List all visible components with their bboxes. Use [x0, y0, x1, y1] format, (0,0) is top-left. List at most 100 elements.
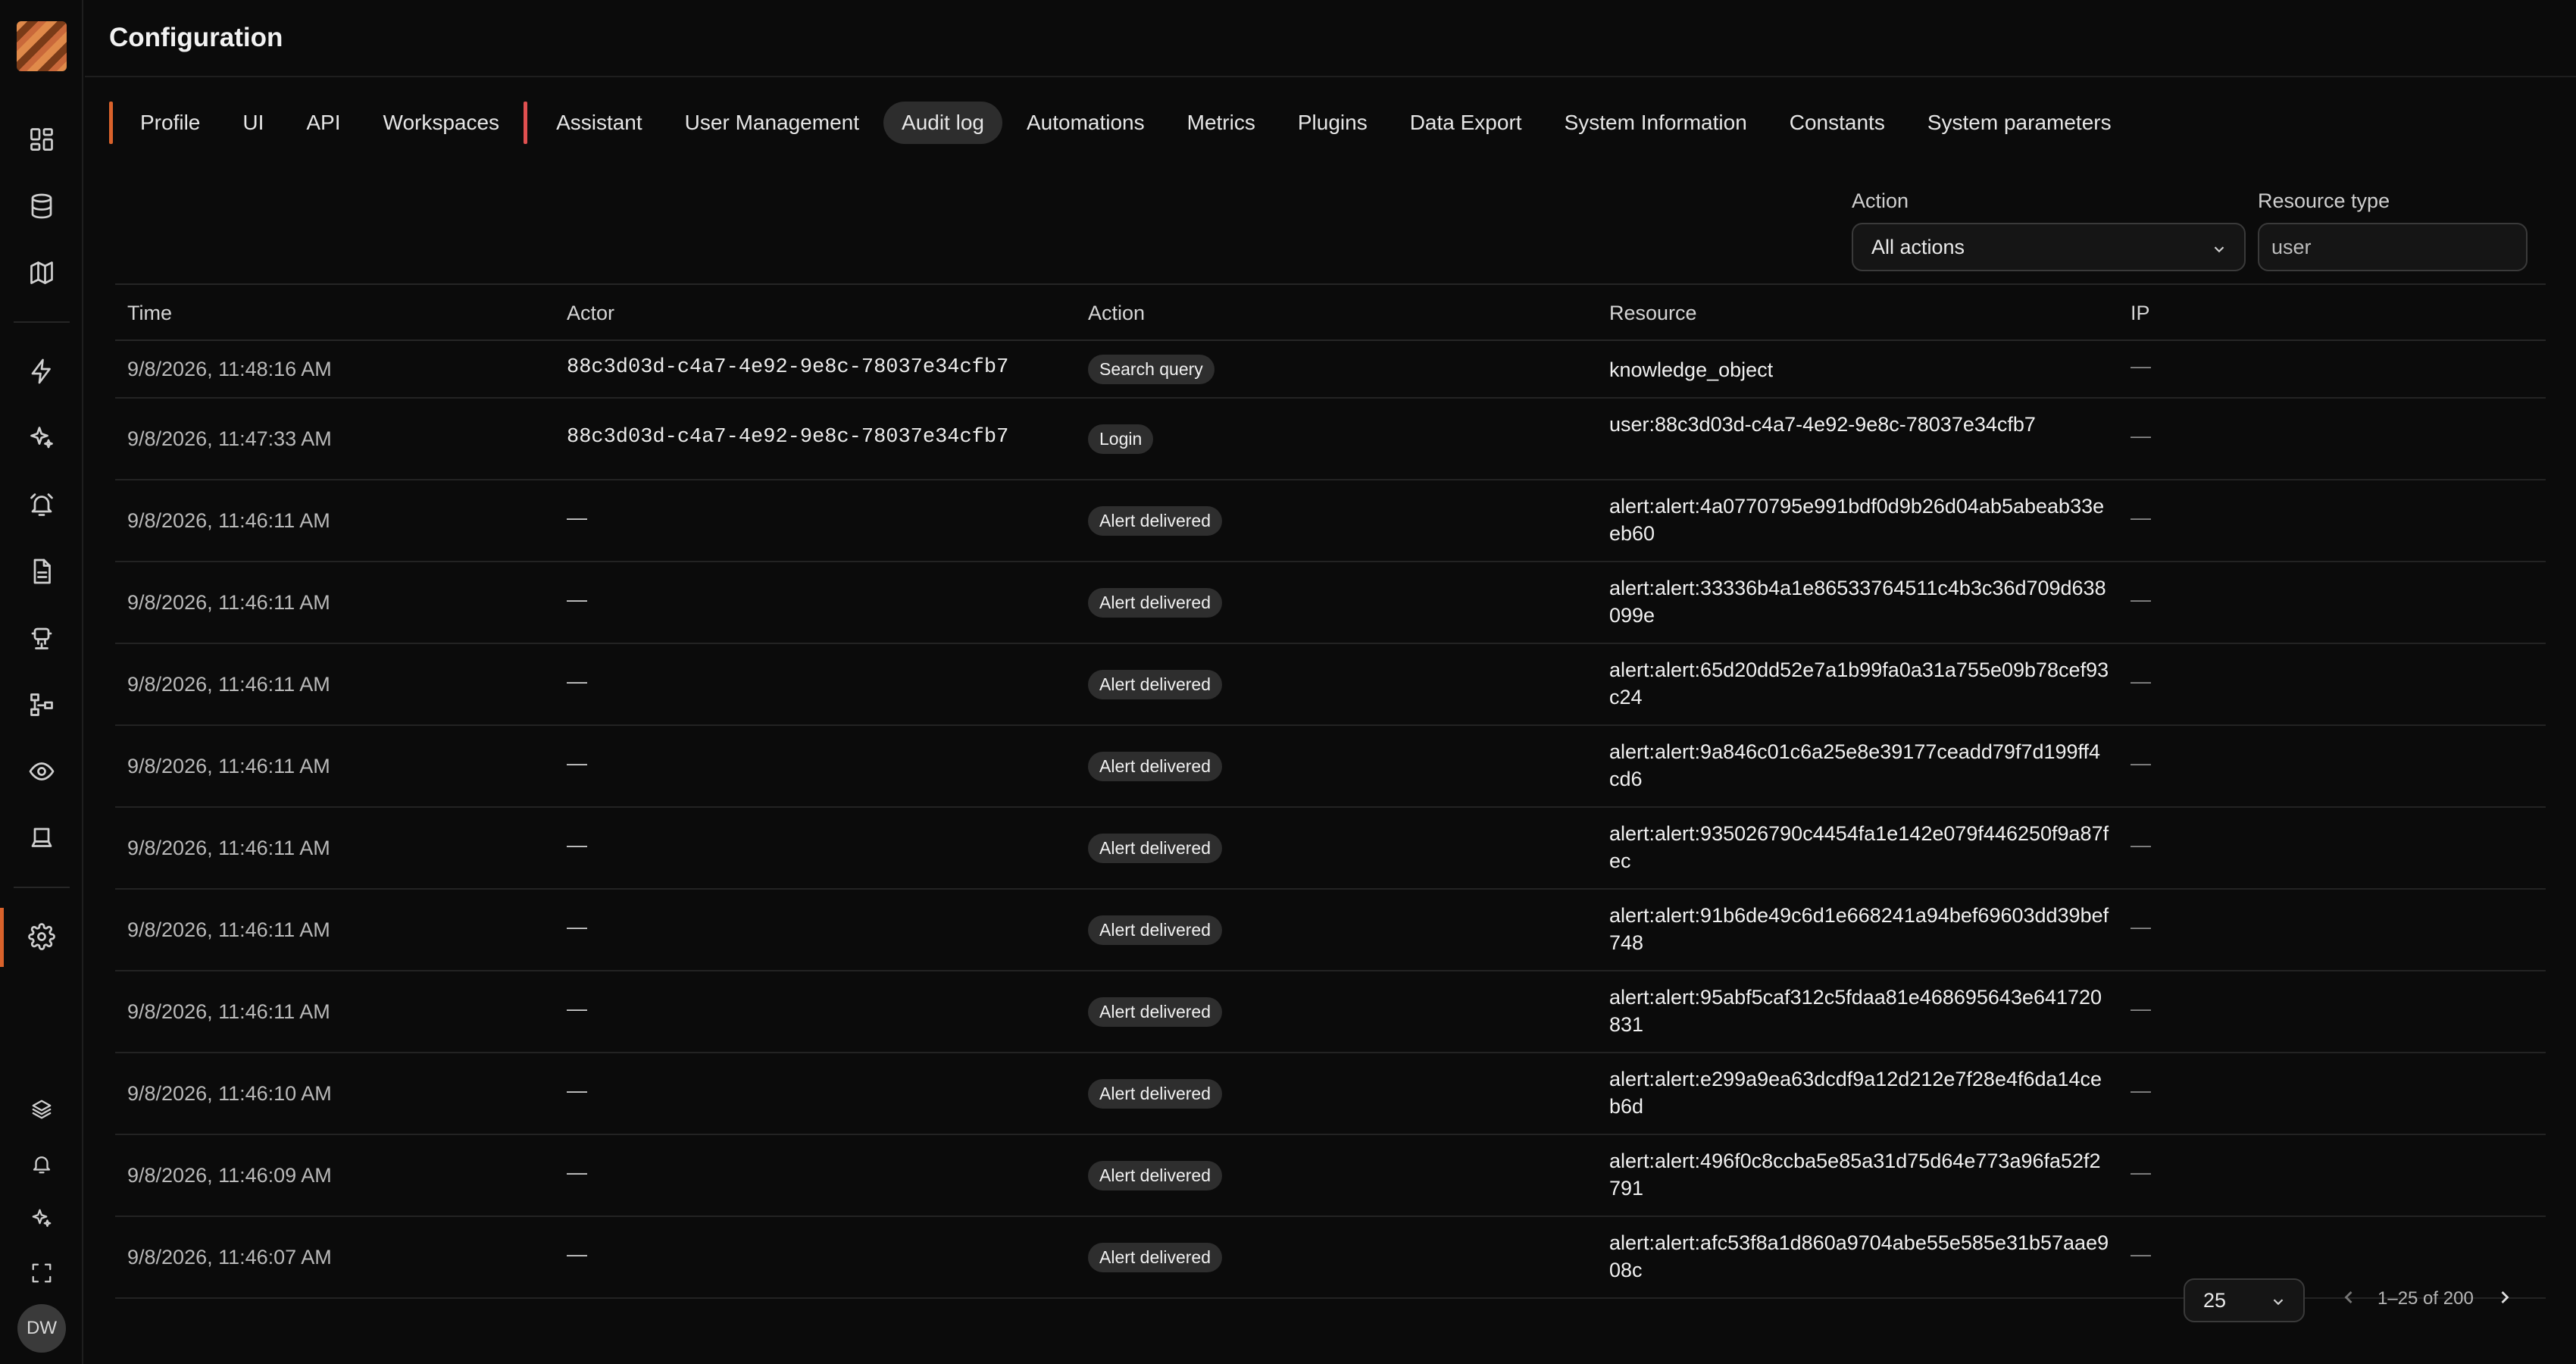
tab-audit-log[interactable]: Audit log: [883, 102, 1002, 144]
map-icon[interactable]: [0, 250, 83, 296]
resource-type-value: user: [2271, 235, 2312, 258]
tab-automations[interactable]: Automations: [1027, 111, 1145, 135]
row-actor: —: [567, 506, 587, 529]
row-resource: alert:alert:e299a9ea63dcdf9a12d212e7f28e…: [1609, 1068, 2102, 1118]
row-ip: —: [2131, 670, 2151, 693]
row-actor: —: [567, 588, 587, 611]
row-time: 9/8/2026, 11:46:11 AM: [127, 755, 330, 777]
row-resource: alert:alert:91b6de49c6d1e668241a94bef696…: [1609, 904, 2109, 954]
row-ip: —: [2131, 1079, 2151, 1102]
row-resource: alert:alert:95abf5caf312c5fdaa81e4686956…: [1609, 986, 2102, 1036]
row-ip: —: [2131, 424, 2151, 447]
page-size-value: 25: [2203, 1288, 2227, 1312]
chevron-down-icon: [2211, 239, 2227, 263]
tab-system-information[interactable]: System Information: [1565, 111, 1747, 135]
row-time: 9/8/2026, 11:48:16 AM: [127, 358, 332, 380]
column-header-action[interactable]: Action: [1088, 302, 1145, 325]
row-actor: —: [567, 752, 587, 774]
tab-profile[interactable]: Profile: [140, 111, 200, 135]
row-ip: —: [2131, 752, 2151, 774]
resource-type-filter-label: Resource type: [2258, 189, 2390, 212]
next-page-button[interactable]: [2494, 1287, 2521, 1314]
settings-gear-icon[interactable]: [0, 914, 83, 959]
table-header: Time Actor Action Resource IP: [115, 283, 2546, 341]
row-time: 9/8/2026, 11:46:07 AM: [127, 1246, 332, 1269]
tab-assistant[interactable]: Assistant: [556, 111, 642, 135]
table-row[interactable]: 9/8/2026, 11:46:11 AM — Alert delivered ale…: [115, 480, 2546, 562]
column-header-resource[interactable]: Resource: [1609, 302, 1697, 325]
row-actor: —: [567, 834, 587, 856]
page-size-select[interactable]: 25: [2184, 1278, 2305, 1322]
table-row[interactable]: 9/8/2026, 11:46:11 AM — Alert delivered ale…: [115, 644, 2546, 726]
bell-icon[interactable]: [0, 1141, 83, 1187]
row-actor: —: [567, 1079, 587, 1102]
column-header-ip[interactable]: IP: [2131, 302, 2150, 325]
previous-page-button[interactable]: [2338, 1287, 2365, 1314]
eye-icon[interactable]: [0, 749, 83, 794]
user-avatar[interactable]: DW: [17, 1304, 66, 1353]
row-time: 9/8/2026, 11:46:09 AM: [127, 1164, 332, 1187]
monitor-icon[interactable]: [0, 815, 83, 861]
row-actor: 88c3d03d-c4a7-4e92-9e8c-78037e34cfb7: [567, 426, 1009, 449]
row-time: 9/8/2026, 11:46:11 AM: [127, 509, 330, 532]
row-action-badge: Alert delivered: [1088, 1161, 1223, 1190]
row-time: 9/8/2026, 11:46:10 AM: [127, 1082, 332, 1105]
table-row[interactable]: 9/8/2026, 11:46:11 AM — Alert delivered ale…: [115, 808, 2546, 890]
header: Configuration: [85, 0, 2576, 77]
row-action-badge: Alert delivered: [1088, 997, 1223, 1027]
row-resource: alert:alert:afc53f8a1d860a9704abe55e585e…: [1609, 1231, 2109, 1281]
table-row[interactable]: 9/8/2026, 11:48:16 AM 88c3d03d-c4a7-4e92-…: [115, 341, 2546, 399]
sparkles-icon[interactable]: [0, 1196, 83, 1241]
action-filter-select[interactable]: All actions: [1852, 223, 2246, 271]
sidebar: DW: [0, 0, 83, 1364]
table-body: 9/8/2026, 11:48:16 AM 88c3d03d-c4a7-4e92-…: [115, 341, 2546, 1299]
table-row[interactable]: 9/8/2026, 11:47:33 AM 88c3d03d-c4a7-4e92-…: [115, 399, 2546, 480]
row-time: 9/8/2026, 11:47:33 AM: [127, 427, 332, 450]
tab-group-separator: [524, 102, 528, 144]
database-icon[interactable]: [0, 183, 83, 229]
lightning-icon[interactable]: [0, 349, 83, 394]
row-time: 9/8/2026, 11:46:11 AM: [127, 673, 330, 696]
tab-api[interactable]: API: [306, 111, 340, 135]
table-row[interactable]: 9/8/2026, 11:46:11 AM — Alert delivered ale…: [115, 726, 2546, 808]
document-icon[interactable]: [0, 549, 83, 594]
table-row[interactable]: 9/8/2026, 11:46:11 AM — Alert delivered ale…: [115, 890, 2546, 971]
tab-user-management[interactable]: User Management: [685, 111, 859, 135]
column-header-time[interactable]: Time: [127, 302, 172, 325]
robot-icon[interactable]: [0, 615, 83, 661]
row-action-badge: Alert delivered: [1088, 1243, 1223, 1272]
resource-type-input[interactable]: user: [2258, 223, 2528, 271]
row-ip: —: [2131, 588, 2151, 611]
row-resource: alert:alert:935026790c4454fa1e142e079f44…: [1609, 822, 2109, 872]
table-row[interactable]: 9/8/2026, 11:46:10 AM — Alert delivered ale…: [115, 1053, 2546, 1135]
row-action-badge: Alert delivered: [1088, 834, 1223, 863]
tab-plugins[interactable]: Plugins: [1298, 111, 1368, 135]
row-action-badge: Login: [1088, 424, 1154, 454]
row-action-badge: Alert delivered: [1088, 915, 1223, 945]
row-resource: alert:alert:65d20dd52e7a1b99fa0a31a755e0…: [1609, 659, 2109, 709]
sparkle-icon[interactable]: [0, 415, 83, 461]
alarm-bell-icon[interactable]: [0, 482, 83, 527]
flow-icon[interactable]: [0, 682, 83, 727]
tab-constants[interactable]: Constants: [1790, 111, 1885, 135]
action-filter-value: All actions: [1871, 235, 1965, 258]
row-time: 9/8/2026, 11:46:11 AM: [127, 1000, 330, 1023]
tab-metrics[interactable]: Metrics: [1187, 111, 1255, 135]
tab-ui[interactable]: UI: [242, 111, 264, 135]
fullscreen-icon[interactable]: [0, 1250, 83, 1296]
table-row[interactable]: 9/8/2026, 11:46:07 AM — Alert delivered ale…: [115, 1217, 2546, 1299]
table-row[interactable]: 9/8/2026, 11:46:11 AM — Alert delivered ale…: [115, 971, 2546, 1053]
column-header-actor[interactable]: Actor: [567, 302, 614, 325]
layers-icon[interactable]: [0, 1087, 83, 1132]
row-ip: —: [2131, 1243, 2151, 1265]
row-resource: alert:alert:9a846c01c6a25e8e39177ceadd79…: [1609, 740, 2101, 790]
table-row[interactable]: 9/8/2026, 11:46:11 AM — Alert delivered ale…: [115, 562, 2546, 644]
dashboard-icon[interactable]: [0, 117, 83, 162]
tab-workspaces[interactable]: Workspaces: [383, 111, 500, 135]
app-logo[interactable]: [17, 21, 67, 71]
table-row[interactable]: 9/8/2026, 11:46:09 AM — Alert delivered ale…: [115, 1135, 2546, 1217]
tab-data-export[interactable]: Data Export: [1410, 111, 1522, 135]
row-time: 9/8/2026, 11:46:11 AM: [127, 591, 330, 614]
row-time: 9/8/2026, 11:46:11 AM: [127, 837, 330, 859]
tab-system-parameters[interactable]: System parameters: [1927, 111, 2112, 135]
